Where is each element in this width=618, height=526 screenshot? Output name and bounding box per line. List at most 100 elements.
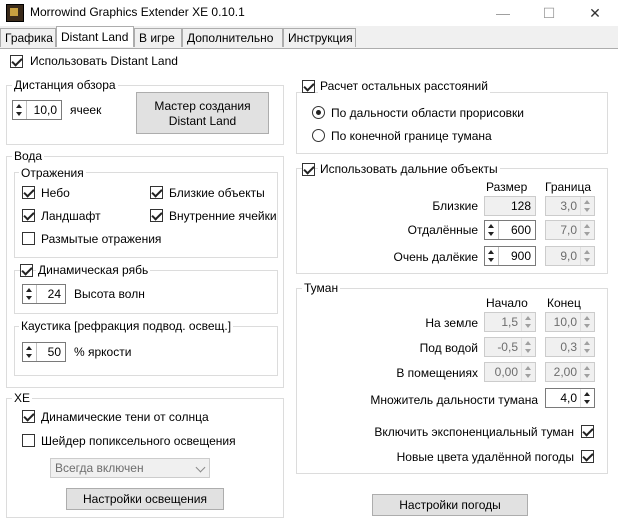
far-mid-limit-spinner: 7,0	[545, 220, 595, 240]
far-mid-size-spinner[interactable]: 600	[484, 220, 536, 240]
landscape-reflection-label: Ландшафт	[41, 209, 101, 223]
far-near-limit-value: 3,0	[560, 199, 577, 213]
blurred-reflection-checkbox[interactable]	[22, 232, 35, 245]
view-distance-unit: ячеек	[70, 103, 102, 117]
pixel-shader-checkbox[interactable]	[22, 434, 35, 447]
water-title: Вода	[12, 149, 45, 163]
caustics-spinner[interactable]: 50	[22, 342, 66, 362]
tab-instructions[interactable]: Инструкция	[283, 28, 356, 47]
far-veryfar-limit-spinner: 9,0	[545, 246, 595, 266]
sky-reflection-label: Небо	[41, 186, 70, 200]
use-distant-land-label: Использовать Distant Land	[30, 54, 178, 68]
near-objects-reflection-checkbox[interactable]	[150, 186, 163, 199]
weather-colors-checkbox[interactable]	[581, 450, 594, 463]
caustics-value: 50	[47, 345, 61, 359]
fog-underwater-end-value: 0,3	[560, 340, 577, 354]
lighting-settings-button[interactable]: Настройки освещения	[66, 488, 224, 510]
calc-distances-checkbox[interactable]	[302, 80, 315, 93]
use-distant-land-checkbox[interactable]	[10, 55, 23, 68]
tab-in-game[interactable]: В игре	[134, 28, 182, 47]
far-near-label: Близкие	[432, 199, 478, 213]
far-mid-label: Отдалённые	[407, 223, 478, 237]
wave-height-spinner[interactable]: 24	[22, 284, 66, 304]
distant-land-wizard-button[interactable]: Мастер создания Distant Land	[136, 92, 269, 134]
caustics-label: % яркости	[74, 345, 132, 359]
landscape-reflection-checkbox[interactable]	[22, 209, 35, 222]
blurred-reflection-label: Размытые отражения	[41, 232, 162, 246]
chevron-down-icon	[195, 462, 206, 473]
fog-underwater-start-value: -0,5	[497, 340, 518, 354]
far-veryfar-size-spinner[interactable]: 900	[484, 246, 536, 266]
far-near-size-value: 128	[510, 199, 531, 213]
wave-height-value: 24	[47, 287, 61, 301]
fog-multiplier-value: 4,0	[560, 391, 577, 405]
fog-title: Туман	[302, 281, 341, 295]
exp-fog-checkbox[interactable]	[581, 425, 594, 438]
minimize-button[interactable]: —	[480, 0, 526, 26]
fog-start-header: Начало	[486, 296, 528, 310]
view-distance-value: 10,0	[33, 103, 57, 117]
view-distance-title: Дистанция обзора	[12, 78, 118, 92]
by-draw-distance-radio[interactable]	[312, 106, 325, 119]
fog-end-header: Конец	[547, 296, 581, 310]
far-mid-size-value: 600	[510, 223, 531, 237]
far-veryfar-size-value: 900	[510, 249, 531, 263]
far-near-size-spinner: 128	[484, 196, 536, 216]
fog-ground-label: На земле	[425, 316, 478, 330]
tab-graphics[interactable]: Графика	[0, 28, 56, 47]
interior-reflection-label: Внутренние ячейки	[169, 209, 277, 223]
far-objects-checkbox[interactable]	[302, 163, 315, 176]
caustics-title: Каустика [рефракция подвод. освещ.]	[19, 319, 234, 333]
far-objects-title: Использовать дальние объекты	[318, 162, 500, 176]
window-title: Morrowind Graphics Extender XE 0.10.1	[30, 5, 245, 19]
wave-height-label: Высота волн	[74, 287, 145, 301]
weather-colors-label: Новые цвета удалённой погоды	[396, 450, 574, 464]
interior-reflection-checkbox[interactable]	[150, 209, 163, 222]
fog-interior-end-spinner: 2,00	[545, 362, 595, 382]
sky-reflection-checkbox[interactable]	[22, 186, 35, 199]
far-veryfar-label: Очень далёкие	[393, 250, 478, 264]
far-near-limit-spinner: 3,0	[545, 196, 595, 216]
calc-distances-title: Расчет остальных расстояний	[318, 79, 490, 93]
fog-interior-start-spinner: 0,00	[484, 362, 536, 382]
far-mid-limit-value: 7,0	[560, 223, 577, 237]
near-objects-reflection-label: Близкие объекты	[169, 186, 265, 200]
fog-interior-label: В помещениях	[396, 366, 478, 380]
fog-underwater-start-spinner: -0,5	[484, 337, 536, 357]
by-fog-label: По конечной границе тумана	[331, 129, 492, 143]
fog-ground-start-value: 1,5	[501, 315, 518, 329]
close-button[interactable]: ✕	[572, 0, 618, 26]
by-fog-radio[interactable]	[312, 129, 325, 142]
by-draw-distance-label: По дальности области прорисовки	[331, 106, 524, 120]
pixel-shader-label: Шейдер попиксельного освещения	[41, 434, 236, 448]
dynamic-ripples-checkbox[interactable]	[20, 264, 33, 277]
lighting-mode-select[interactable]: Всегда включен	[50, 458, 210, 478]
fog-interior-start-value: 0,00	[494, 365, 518, 379]
distances-group	[296, 92, 608, 154]
tab-distant-land[interactable]: Distant Land	[56, 26, 134, 47]
dynamic-ripples-title: Динамическая рябь	[36, 263, 151, 277]
fog-ground-end-spinner: 10,0	[545, 312, 595, 332]
exp-fog-label: Включить экспоненциальный туман	[374, 425, 574, 439]
fog-multiplier-label: Множитель дальности тумана	[370, 393, 538, 407]
far-objects-limit-header: Граница	[545, 180, 592, 194]
weather-settings-button[interactable]: Настройки погоды	[372, 494, 528, 516]
lighting-mode-value: Всегда включен	[55, 461, 144, 475]
view-distance-spinner[interactable]: 10,0	[12, 100, 62, 120]
maximize-button[interactable]: ☐	[526, 0, 572, 26]
fog-multiplier-spinner[interactable]: 4,0	[545, 388, 595, 408]
fog-ground-start-spinner: 1,5	[484, 312, 536, 332]
far-objects-size-header: Размер	[486, 180, 528, 194]
sun-shadows-checkbox[interactable]	[22, 410, 35, 423]
fog-ground-end-value: 10,0	[553, 315, 577, 329]
xe-title: XE	[12, 391, 33, 405]
tab-advanced[interactable]: Дополнительно	[182, 28, 283, 47]
far-veryfar-limit-value: 9,0	[560, 249, 577, 263]
sun-shadows-label: Динамические тени от солнца	[41, 410, 209, 424]
fog-interior-end-value: 2,00	[553, 365, 577, 379]
reflections-title: Отражения	[19, 166, 86, 180]
app-icon	[6, 4, 24, 22]
fog-underwater-end-spinner: 0,3	[545, 337, 595, 357]
title-bar: Morrowind Graphics Extender XE 0.10.1 — …	[0, 0, 618, 26]
fog-underwater-label: Под водой	[419, 341, 478, 355]
